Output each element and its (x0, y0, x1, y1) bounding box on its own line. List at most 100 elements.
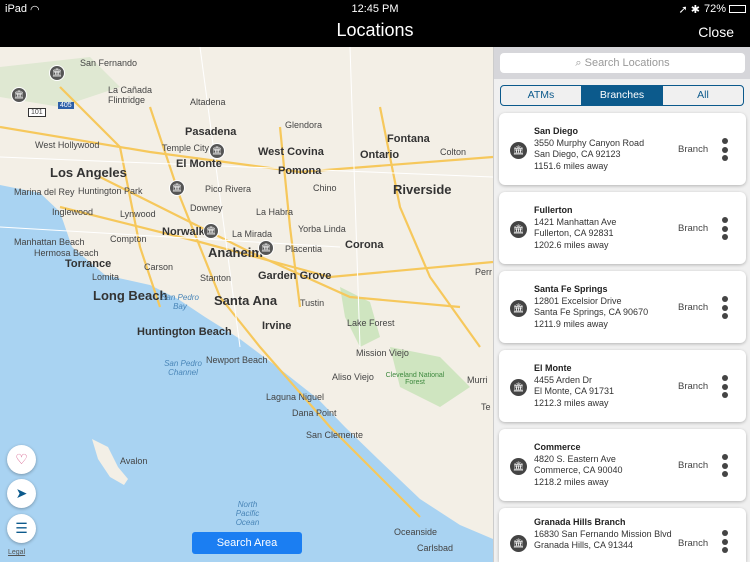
location-distance: 1212.3 miles away (534, 397, 609, 408)
location-card[interactable]: 🏛 Santa Fe Springs 12801 Excelsior Drive… (499, 271, 746, 343)
location-name: Fullerton (534, 205, 573, 215)
location-type: Branch (678, 538, 709, 549)
location-info: El Monte 4455 Arden Dr El Monte, CA 9173… (534, 363, 614, 409)
branch-pin-icon[interactable]: 🏛 (203, 223, 219, 239)
map-label: La Habra (256, 207, 294, 217)
location-info: San Diego 3550 Murphy Canyon Road San Di… (534, 126, 644, 172)
map-label: Carson (144, 262, 174, 272)
map-label: Lynwood (120, 209, 156, 219)
map-label: Newport Beach (206, 355, 268, 365)
locations-panel: ⌕ Search Locations ATMs Branches All 🏛 S… (493, 47, 750, 562)
bank-icon: 🏛 (510, 458, 527, 475)
map-label: La Cañada Flintridge (108, 85, 153, 105)
map-label: Laguna Niguel (266, 392, 325, 402)
location-city: Commerce, CA 90040 (534, 465, 623, 475)
search-input[interactable]: ⌕ Search Locations (500, 53, 745, 73)
branch-pin-icon[interactable]: 🏛 (49, 65, 65, 81)
current-location-button[interactable]: ➤ (7, 479, 36, 508)
location-card[interactable]: 🏛 Fullerton 1421 Manhattan Ave Fullerton… (499, 192, 746, 264)
tab-all[interactable]: All (663, 86, 743, 105)
map-label: Huntington Beach (137, 326, 232, 338)
search-icon: ⌕ (575, 57, 585, 69)
location-distance: 1151.6 miles away (534, 160, 608, 171)
location-city: Fullerton, CA 92831 (534, 228, 614, 238)
location-info: Granada Hills Branch 16830 San Fernando … (534, 517, 672, 552)
highway-shield: 405 (58, 102, 74, 109)
tab-atms[interactable]: ATMs (501, 86, 582, 105)
map-label: Te (481, 402, 491, 412)
list-view-button[interactable]: ☰ (7, 514, 36, 543)
map-label: Avalon (120, 456, 148, 466)
map-label: Aliso Viejo (332, 372, 374, 382)
more-options-icon[interactable] (722, 375, 728, 401)
map-label: Carlsbad (417, 543, 454, 553)
map-label: Pasadena (185, 126, 237, 138)
search-placeholder: Search Locations (584, 57, 670, 69)
location-name: Santa Fe Springs (534, 284, 608, 294)
map-label: Long Beach (93, 288, 168, 303)
location-card[interactable]: 🏛 Commerce 4820 S. Eastern Ave Commerce,… (499, 429, 746, 501)
close-button[interactable]: Close (698, 24, 734, 40)
map-label: Lomita (92, 272, 120, 282)
location-name: San Diego (534, 126, 579, 136)
location-card[interactable]: 🏛 El Monte 4455 Arden Dr El Monte, CA 91… (499, 350, 746, 422)
map-label: West Hollywood (35, 140, 100, 150)
branch-pin-icon[interactable]: 🏛 (11, 87, 27, 103)
map-label: Chino (313, 183, 337, 193)
location-address: 1421 Manhattan Ave (534, 216, 617, 227)
map-label: Marina del Rey (14, 187, 75, 197)
battery-percent: 72% (703, 3, 726, 15)
location-type-tabs: ATMs Branches All (500, 85, 744, 106)
map-label: San Fernando (80, 58, 138, 68)
more-options-icon[interactable] (722, 530, 728, 556)
tab-branches[interactable]: Branches (582, 86, 663, 105)
location-type: Branch (678, 144, 709, 155)
map-label: Huntington Park (78, 186, 143, 196)
branch-pin-icon[interactable]: 🏛 (258, 240, 274, 256)
location-city: El Monte, CA 91731 (534, 386, 615, 396)
map-label: Glendora (285, 120, 323, 130)
bank-icon: 🏛 (510, 142, 527, 159)
water-label: San Pedro Channel (164, 359, 202, 377)
status-bar: iPad ◠ 12:45 PM ➚ ✱ 72% (0, 0, 750, 18)
clock: 12:45 PM (351, 3, 399, 15)
map-label: Manhattan Beach (14, 237, 85, 247)
search-area-button[interactable]: Search Area (192, 532, 302, 554)
more-options-icon[interactable] (722, 296, 728, 322)
legal-link[interactable]: Legal (8, 549, 25, 556)
map-label: Garden Grove (258, 270, 332, 282)
map-label: Fontana (387, 133, 430, 145)
branch-pin-icon[interactable]: 🏛 (209, 143, 225, 159)
map-label: Murri (467, 375, 488, 385)
map-label: Anaheim (208, 245, 263, 260)
location-arrow-icon: ➚ ✱ (678, 4, 701, 16)
map-label: Pomona (278, 165, 322, 177)
map-label: Riverside (393, 182, 452, 197)
map-label: Norwalk (162, 226, 205, 238)
location-name: El Monte (534, 363, 572, 373)
map-label: Lake Forest (347, 318, 395, 328)
more-options-icon[interactable] (722, 138, 728, 164)
location-city: San Diego, CA 92123 (534, 149, 621, 159)
map-label: Yorba Linda (298, 224, 346, 234)
favorites-button[interactable]: ♡ (7, 445, 36, 474)
location-card[interactable]: 🏛 San Diego 3550 Murphy Canyon Road San … (499, 113, 746, 185)
location-info: Commerce 4820 S. Eastern Ave Commerce, C… (534, 442, 623, 488)
location-address: 3550 Murphy Canyon Road (534, 137, 645, 148)
map-label: Colton (440, 147, 467, 157)
map-label: Stanton (200, 273, 232, 283)
more-options-icon[interactable] (722, 454, 728, 480)
location-name: Granada Hills Branch (534, 517, 626, 527)
branch-pin-icon[interactable]: 🏛 (169, 180, 185, 196)
location-card[interactable]: 🏛 Granada Hills Branch 16830 San Fernand… (499, 508, 746, 562)
map-view[interactable]: San Fernando Altadena Glendora Pasadena … (0, 47, 493, 562)
map-label: Los Angeles (50, 165, 127, 180)
location-address: 4820 S. Eastern Ave (534, 453, 616, 464)
map-label: Temple City (162, 143, 210, 153)
map-label: Tustin (300, 298, 325, 308)
map-label: Cleveland National Forest (385, 372, 445, 386)
more-options-icon[interactable] (722, 217, 728, 243)
bank-icon: 🏛 (510, 300, 527, 317)
location-distance: 1211.9 miles away (534, 318, 608, 329)
water-label: San Pedro Bay (161, 293, 199, 311)
